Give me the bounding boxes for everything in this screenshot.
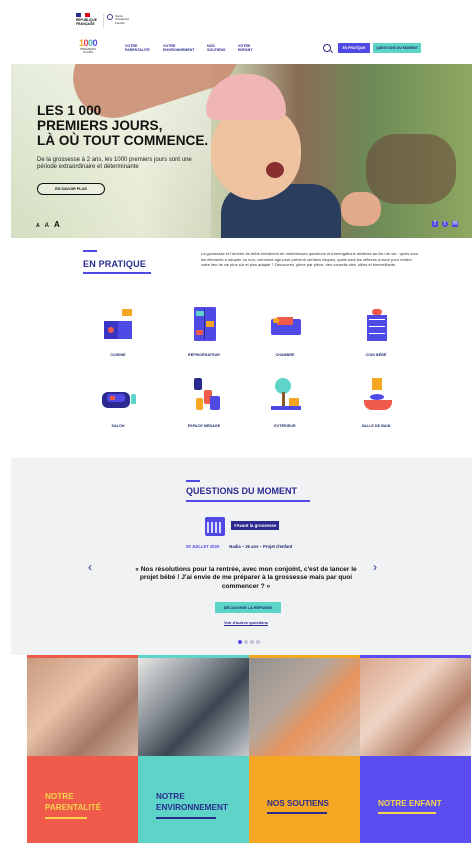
nav-item-soutiens[interactable]: NOS SOUTIENS xyxy=(207,44,225,52)
ministry-logo[interactable]: Santé Solidarités Famille xyxy=(103,14,129,28)
hero-more-button[interactable]: EN SAVOIR PLUS xyxy=(37,183,105,195)
carousel-dot[interactable] xyxy=(250,640,254,644)
room-fridge[interactable]: RÉFRIGÉRATEUR xyxy=(174,307,234,357)
question-author: Nadia – 26 ans – Projet d'enfant xyxy=(229,544,293,549)
carousel-dot[interactable] xyxy=(256,640,260,644)
sofa-icon xyxy=(100,378,136,414)
tile-underline xyxy=(45,817,87,819)
flag-icon xyxy=(76,13,91,17)
tile-enfant[interactable]: NOTRE ENFANT xyxy=(360,655,471,843)
hero-banner xyxy=(11,64,472,238)
room-bathroom[interactable]: SALLE DE BAIN xyxy=(346,378,406,428)
hero-photo-sleeve xyxy=(366,134,456,204)
main-nav: 1000 PREMIERS JOURS VOTRE PARENTALITÉ VO… xyxy=(0,38,472,64)
room-living[interactable]: SALON xyxy=(88,378,148,428)
en-pratique-text: La grossesse et l'arrivée de bébé entraî… xyxy=(201,251,418,268)
bed-icon xyxy=(267,307,303,343)
carousel-dot[interactable] xyxy=(238,640,242,644)
room-label: SALLE DE BAIN xyxy=(361,424,391,428)
carousel-next-button[interactable]: › xyxy=(373,560,377,574)
question-meta: 29 JUILLET 2020 Nadia – 26 ans – Projet d… xyxy=(186,544,292,549)
tile-topbar xyxy=(249,655,360,658)
tile-photo xyxy=(27,655,138,756)
tile-topbar xyxy=(27,655,138,658)
tile-label: NOTRE ENVIRONNEMENT xyxy=(156,792,228,812)
nav-item-parentalite[interactable]: VOTRE PARENTALITÉ xyxy=(125,44,150,52)
logo-subtitle: PREMIERS JOURS xyxy=(80,47,96,55)
question-tag[interactable]: #Avant la grossesse xyxy=(231,521,280,530)
section-underline xyxy=(186,500,310,502)
tile-photo xyxy=(138,655,249,756)
questions-button[interactable]: QUESTIONS DU MOMENT xyxy=(373,43,421,53)
room-bedroom[interactable]: CHAMBRE xyxy=(255,307,315,357)
tile-label: NOS SOUTIENS xyxy=(267,799,329,808)
en-pratique-title: EN PRATIQUE xyxy=(83,259,147,269)
calendar-icon xyxy=(205,517,225,536)
tile-environnement[interactable]: NOTRE ENVIRONNEMENT xyxy=(138,655,249,843)
room-cleaning[interactable]: ESPACE MÉNAGE xyxy=(174,378,234,428)
nav-item-enfant[interactable]: VOTRE ENFANT xyxy=(238,44,252,52)
marianne-logo[interactable]: RÉPUBLIQUE FRANÇAISE xyxy=(76,13,97,33)
font-medium-button[interactable]: A xyxy=(45,223,49,229)
ministry-text: Santé Solidarités Famille xyxy=(115,14,130,25)
search-icon[interactable] xyxy=(323,44,331,52)
hero-photo-hand xyxy=(341,192,381,226)
tree-icon xyxy=(267,378,303,414)
mail-icon[interactable]: ✉ xyxy=(452,221,458,227)
tile-underline xyxy=(378,812,436,814)
tile-photo xyxy=(360,655,471,756)
republic-text: RÉPUBLIQUE FRANÇAISE xyxy=(76,18,97,26)
hero-title: LES 1 000 PREMIERS JOURS, LÀ OÙ TOUT COM… xyxy=(37,103,209,148)
font-large-button[interactable]: A xyxy=(54,220,60,229)
fridge-icon xyxy=(186,307,222,343)
room-label: RÉFRIGÉRATEUR xyxy=(188,353,220,357)
twitter-icon[interactable]: t xyxy=(442,221,448,227)
room-label: SALON xyxy=(111,424,125,428)
room-label: CUISINE xyxy=(110,353,126,357)
font-size-controls: A A A xyxy=(36,220,60,229)
facebook-icon[interactable]: f xyxy=(432,221,438,227)
room-baby-corner[interactable]: COIN BÉBÉ xyxy=(346,307,406,357)
carousel-dot[interactable] xyxy=(244,640,248,644)
tile-topbar xyxy=(138,655,249,658)
site-logo[interactable]: 1000 PREMIERS JOURS xyxy=(76,38,100,60)
questions-title: QUESTIONS DU MOMENT xyxy=(186,486,298,496)
tile-label: NOTRE PARENTALITÉ xyxy=(45,792,102,812)
gov-header: RÉPUBLIQUE FRANÇAISE Santé Solidarités F… xyxy=(0,0,472,38)
font-small-button[interactable]: A xyxy=(36,223,40,229)
tile-label: NOTRE ENFANT xyxy=(378,799,442,808)
section-underline xyxy=(83,272,151,274)
section-accent xyxy=(83,250,97,252)
question-date: 29 JUILLET 2020 xyxy=(186,544,220,549)
ministry-icon xyxy=(107,14,113,20)
tile-underline xyxy=(267,812,327,814)
tile-soutiens[interactable]: NOS SOUTIENS xyxy=(249,655,360,843)
hero-subtitle: De la grossesse à 2 ans, les 1000 premie… xyxy=(37,157,192,171)
carousel-prev-button[interactable]: ‹ xyxy=(88,560,92,574)
room-label: CHAMBRE xyxy=(275,353,295,357)
nav-item-environnement[interactable]: VOTRE ENVIRONNEMENT xyxy=(163,44,195,52)
tile-parentalite[interactable]: NOTRE PARENTALITÉ xyxy=(27,655,138,843)
tile-photo xyxy=(249,655,360,756)
kitchen-icon xyxy=(100,307,136,343)
room-label: COIN BÉBÉ xyxy=(365,353,387,357)
tile-underline xyxy=(156,817,216,819)
more-questions-link[interactable]: Voir d'autres questions xyxy=(224,620,268,625)
room-label: EXTÉRIEUR xyxy=(274,424,296,428)
dresser-icon xyxy=(358,307,394,343)
discover-answer-button[interactable]: DÉCOUVRIR LA RÉPONSE xyxy=(215,602,281,613)
cleaning-icon xyxy=(186,378,222,414)
room-outdoor[interactable]: EXTÉRIEUR xyxy=(255,378,315,428)
pro-button[interactable]: ES PRATIQUE xyxy=(338,43,370,53)
question-quote: « Nos résolutions pour la rentrée, avec … xyxy=(135,566,357,590)
room-label: ESPACE MÉNAGE xyxy=(187,424,221,428)
carousel-dots xyxy=(238,640,260,644)
bath-icon xyxy=(358,378,394,414)
room-kitchen[interactable]: CUISINE xyxy=(88,307,148,357)
section-accent xyxy=(186,480,200,482)
hero-photo-mouth xyxy=(266,162,284,178)
social-links: f t ✉ xyxy=(432,221,458,227)
tile-topbar xyxy=(360,655,471,658)
